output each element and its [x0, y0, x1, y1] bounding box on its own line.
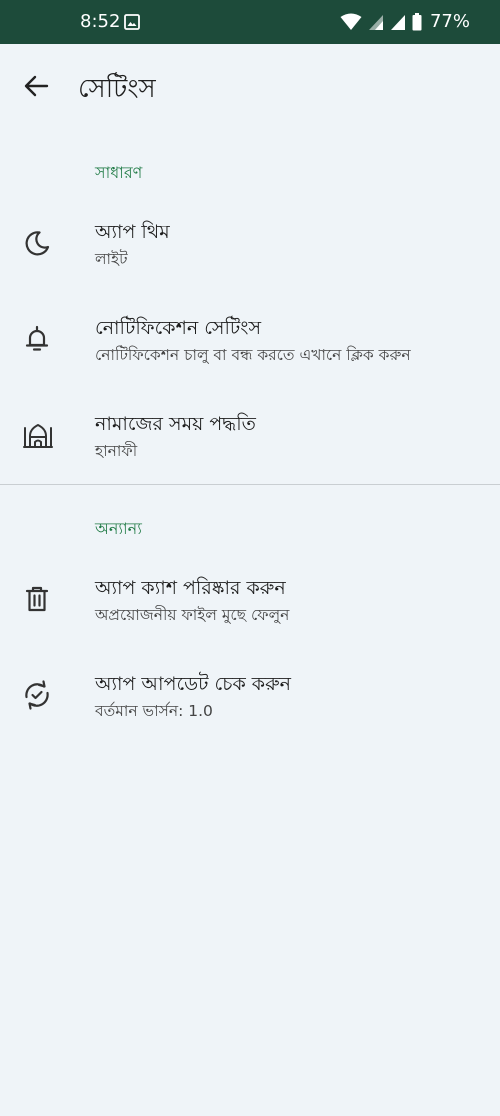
setting-subtitle: অপ্রয়োজনীয় ফাইল মুছে ফেলুন	[95, 606, 290, 624]
wifi-icon	[340, 13, 362, 30]
signal-icon	[368, 14, 383, 30]
gallery-notification-icon	[124, 14, 140, 30]
section-header-others: অন্যান্য	[95, 519, 142, 538]
status-bar: 8:52 77%	[0, 0, 500, 44]
setting-title: নোটিফিকেশন সেটিংস	[95, 317, 261, 339]
status-indicators: 77%	[340, 11, 470, 32]
status-time: 8:52	[80, 11, 121, 32]
mosque-icon	[23, 424, 53, 448]
app-bar: সেটিংস	[0, 44, 500, 128]
section-divider	[0, 484, 500, 485]
setting-title: অ্যাপ আপডেট চেক করুন	[95, 673, 291, 695]
setting-clear-cache[interactable]: অ্যাপ ক্যাশ পরিষ্কার করুন অপ্রয়োজনীয় ফ…	[0, 556, 500, 652]
battery-icon	[412, 12, 422, 30]
setting-app-theme[interactable]: অ্যাপ থিম লাইট	[0, 196, 500, 292]
setting-subtitle: নোটিফিকেশন চালু বা বন্ধ করতে এখানে ক্লিক…	[95, 346, 411, 364]
setting-subtitle: বর্তমান ভার্সন: 1.0	[95, 702, 213, 720]
bell-icon	[25, 325, 49, 351]
battery-percent: 77%	[429, 11, 470, 32]
trash-icon	[25, 586, 49, 612]
setting-notifications[interactable]: নোটিফিকেশন সেটিংস নোটিফিকেশন চালু বা বন্…	[0, 292, 500, 388]
update-icon	[25, 680, 49, 710]
section-header-general: সাধারণ	[95, 163, 143, 182]
back-arrow-icon[interactable]	[22, 72, 50, 100]
signal-icon-2	[390, 14, 405, 30]
setting-subtitle: হানাফী	[95, 442, 138, 460]
setting-subtitle: লাইট	[95, 250, 128, 268]
moon-icon	[25, 231, 50, 256]
setting-title: নামাজের সময় পদ্ধতি	[95, 413, 256, 435]
setting-title: অ্যাপ ক্যাশ পরিষ্কার করুন	[95, 577, 286, 599]
setting-prayer-method[interactable]: নামাজের সময় পদ্ধতি হানাফী	[0, 388, 500, 484]
setting-check-update[interactable]: অ্যাপ আপডেট চেক করুন বর্তমান ভার্সন: 1.0	[0, 652, 500, 748]
setting-title: অ্যাপ থিম	[95, 221, 170, 243]
page-title: সেটিংস	[78, 74, 156, 104]
